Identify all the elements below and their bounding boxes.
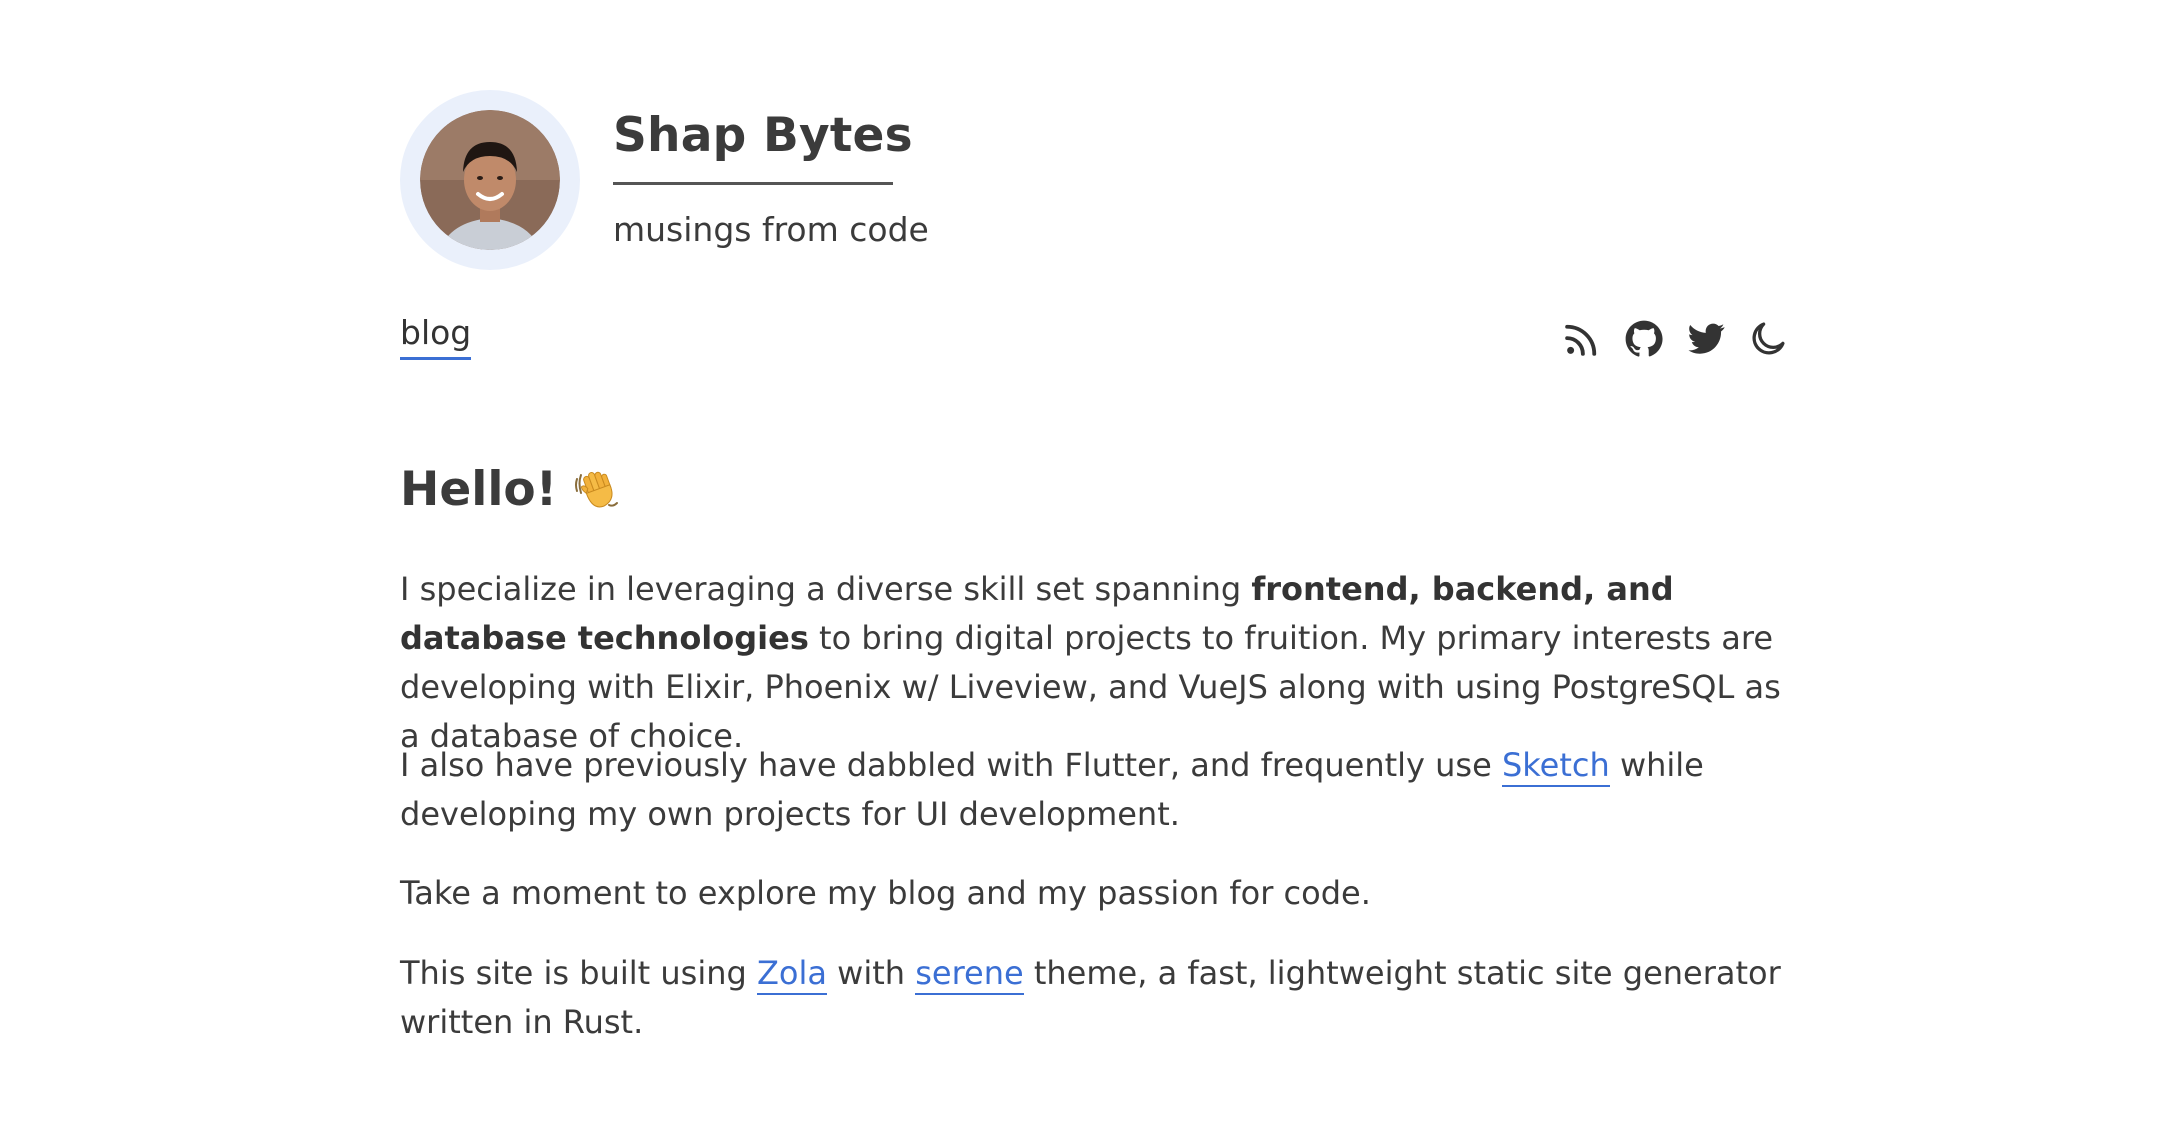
hello-heading: Hello! bbox=[400, 462, 1790, 518]
hello-heading-text: Hello! bbox=[400, 462, 558, 517]
main-content: Hello! I specialize in leveraging a dive… bbox=[400, 462, 1790, 1041]
flutter-text-start: I also have previously have dabbled with… bbox=[400, 746, 1502, 784]
intro-text-start: I specialize in leveraging a diverse ski… bbox=[400, 570, 1252, 608]
title-underline bbox=[613, 182, 893, 185]
flutter-paragraph: I also have previously have dabbled with… bbox=[400, 741, 1790, 839]
twitter-icon[interactable] bbox=[1684, 317, 1728, 361]
serene-link[interactable]: serene bbox=[915, 954, 1024, 995]
nav-link-blog[interactable]: blog bbox=[400, 313, 472, 360]
nav-icons bbox=[1560, 317, 1790, 361]
waving-hand-icon bbox=[575, 472, 619, 508]
built-text-start: This site is built using bbox=[400, 954, 757, 992]
intro-paragraph: I specialize in leveraging a diverse ski… bbox=[400, 565, 1790, 761]
avatar-ring bbox=[400, 90, 580, 270]
github-icon[interactable] bbox=[1622, 317, 1666, 361]
sketch-link[interactable]: Sketch bbox=[1501, 746, 1610, 787]
zola-link[interactable]: Zola bbox=[756, 954, 827, 995]
explore-paragraph: Take a moment to explore my blog and my … bbox=[400, 874, 1371, 912]
site-subtitle: musings from code bbox=[613, 210, 929, 249]
avatar[interactable] bbox=[420, 110, 560, 250]
site-title[interactable]: Shap Bytes bbox=[613, 108, 913, 163]
built-text-mid: with bbox=[826, 954, 916, 992]
main-nav: blog bbox=[400, 313, 1790, 373]
rss-icon[interactable] bbox=[1560, 317, 1604, 361]
moon-icon[interactable] bbox=[1746, 317, 1790, 361]
built-with-paragraph: This site is built using Zola with seren… bbox=[400, 949, 1790, 1047]
